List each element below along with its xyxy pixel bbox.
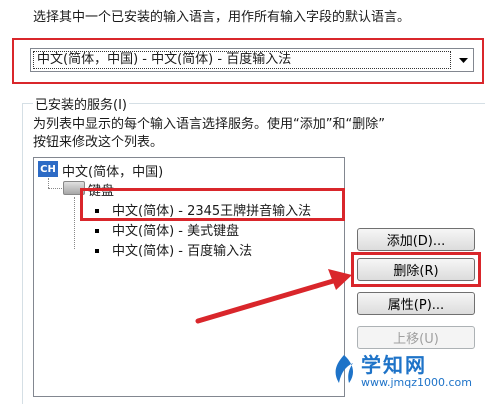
group-label: 已安装的服务(I) [33, 94, 129, 113]
list-bullet [95, 249, 99, 253]
highlight-box-remove [351, 252, 481, 287]
watermark-url: www.jmqz1000.com [361, 376, 472, 389]
watermark-logo-icon [335, 355, 354, 383]
services-description-line1: 为列表中显示的每个输入语言选择服务。使用“添加”和“删除” [33, 117, 385, 132]
tree-guide-line [74, 197, 76, 249]
highlight-box-service [80, 188, 345, 221]
list-bullet [95, 229, 99, 233]
tree-guide-line [48, 178, 50, 188]
add-button[interactable]: 添加(D)... [357, 228, 475, 251]
services-description-line2: 按钮来修改这个列表。 [33, 135, 164, 150]
move-up-button[interactable]: 上移(U) [357, 326, 475, 349]
tree-service-item[interactable]: 中文(简体) - 百度输入法 [112, 240, 252, 259]
language-badge-icon: CH [38, 161, 58, 177]
highlight-box-dropdown [12, 38, 484, 84]
instruction-text: 选择其中一个已安装的输入语言，用作所有输入字段的默认语言。 [33, 10, 411, 25]
watermark-name: 学知网 [361, 353, 427, 377]
watermark: 学知网 www.jmqz1000.com [331, 349, 481, 393]
tree-language-node[interactable]: 中文(简体，中国) [62, 161, 163, 180]
tree-service-item[interactable]: 中文(简体) - 美式键盘 [112, 220, 239, 239]
tree-guide-line [48, 188, 62, 190]
properties-button[interactable]: 属性(P)... [357, 292, 475, 315]
